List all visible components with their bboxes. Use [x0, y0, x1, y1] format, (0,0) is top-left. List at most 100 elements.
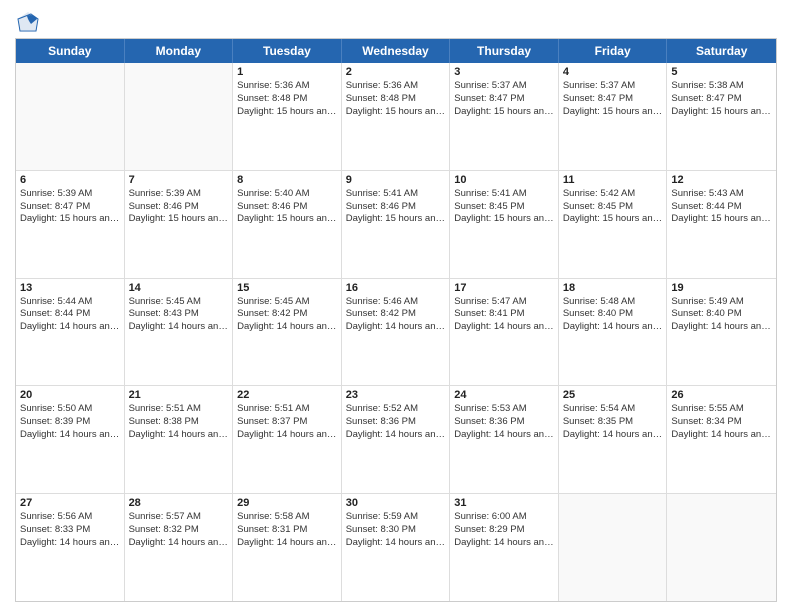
- day-number: 9: [346, 174, 446, 186]
- header-day-monday: Monday: [125, 39, 234, 63]
- sunset-line: Sunset: 8:46 PM: [237, 201, 337, 214]
- sunrise-line: Sunrise: 5:37 AM: [454, 80, 554, 93]
- sunrise-line: Sunrise: 5:37 AM: [563, 80, 663, 93]
- sunset-line: Sunset: 8:45 PM: [454, 201, 554, 214]
- daylight-line: Daylight: 14 hours and 58 minutes.: [129, 321, 229, 334]
- daylight-line: Daylight: 14 hours and 28 minutes.: [454, 537, 554, 550]
- day-10: 10 Sunrise: 5:41 AMSunset: 8:45 PMDayligh…: [450, 171, 559, 278]
- day-number: 10: [454, 174, 554, 186]
- calendar-week-1: 1Sunrise: 5:36 AMSunset: 8:48 PMDaylight…: [16, 63, 776, 171]
- daylight-line: Daylight: 15 hours and 11 minutes.: [237, 106, 337, 119]
- day-3: 3 Sunrise: 5:37 AMSunset: 8:47 PMDaylight…: [450, 63, 559, 170]
- sunset-line: Sunset: 8:33 PM: [20, 524, 120, 537]
- sunrise-line: Sunrise: 5:48 AM: [563, 296, 663, 309]
- sunset-line: Sunset: 8:41 PM: [454, 308, 554, 321]
- header-day-saturday: Saturday: [667, 39, 776, 63]
- sunset-line: Sunset: 8:48 PM: [346, 93, 446, 106]
- empty-cell: [16, 63, 125, 170]
- sunset-line: Sunset: 8:36 PM: [454, 416, 554, 429]
- day-number: 1: [237, 66, 337, 78]
- day-number: 22: [237, 389, 337, 401]
- day-number: 14: [129, 282, 229, 294]
- day-8: 8Sunrise: 5:40 AMSunset: 8:46 PMDaylight…: [233, 171, 342, 278]
- day-number: 15: [237, 282, 337, 294]
- sunrise-line: Sunrise: 5:49 AM: [671, 296, 772, 309]
- sunset-line: Sunset: 8:44 PM: [671, 201, 772, 214]
- calendar: SundayMondayTuesdayWednesdayThursdayFrid…: [15, 38, 777, 602]
- day-28: 28Sunrise: 5:57 AMSunset: 8:32 PMDayligh…: [125, 494, 234, 601]
- day-25: 25Sunrise: 5:54 AMSunset: 8:35 PMDayligh…: [559, 386, 668, 493]
- empty-cell: [667, 494, 776, 601]
- day-21: 21Sunrise: 5:51 AMSunset: 8:38 PMDayligh…: [125, 386, 234, 493]
- sunrise-line: Sunrise: 5:59 AM: [346, 511, 446, 524]
- day-15: 15Sunrise: 5:45 AMSunset: 8:42 PMDayligh…: [233, 279, 342, 386]
- day-27: 27Sunrise: 5:56 AMSunset: 8:33 PMDayligh…: [16, 494, 125, 601]
- sunset-line: Sunset: 8:38 PM: [129, 416, 229, 429]
- daylight-line: Daylight: 14 hours and 49 minutes.: [20, 429, 120, 442]
- calendar-body: 1Sunrise: 5:36 AMSunset: 8:48 PMDaylight…: [16, 63, 776, 601]
- sunset-line: Sunset: 8:42 PM: [237, 308, 337, 321]
- day-4: 4Sunrise: 5:37 AMSunset: 8:47 PMDaylight…: [559, 63, 668, 170]
- sunrise-line: Sunrise: 5:38 AM: [671, 80, 772, 93]
- daylight-line: Daylight: 15 hours and 10 minutes.: [454, 106, 554, 119]
- daylight-line: Daylight: 15 hours and 3 minutes.: [454, 213, 554, 226]
- calendar-week-4: 20Sunrise: 5:50 AMSunset: 8:39 PMDayligh…: [16, 386, 776, 494]
- daylight-line: Daylight: 14 hours and 45 minutes.: [237, 429, 337, 442]
- day-number: 29: [237, 497, 337, 509]
- sunrise-line: Sunrise: 6:00 AM: [454, 511, 554, 524]
- sunrise-line: Sunrise: 5:40 AM: [237, 188, 337, 201]
- daylight-line: Daylight: 14 hours and 30 minutes.: [346, 537, 446, 550]
- sunset-line: Sunset: 8:46 PM: [346, 201, 446, 214]
- day-12: 12Sunrise: 5:43 AMSunset: 8:44 PMDayligh…: [667, 171, 776, 278]
- sunset-line: Sunset: 8:40 PM: [671, 308, 772, 321]
- sunrise-line: Sunrise: 5:43 AM: [671, 188, 772, 201]
- daylight-line: Daylight: 15 hours and 7 minutes.: [20, 213, 120, 226]
- daylight-line: Daylight: 15 hours and 4 minutes.: [346, 213, 446, 226]
- sunset-line: Sunset: 8:34 PM: [671, 416, 772, 429]
- sunset-line: Sunset: 8:45 PM: [563, 201, 663, 214]
- sunrise-line: Sunrise: 5:45 AM: [129, 296, 229, 309]
- day-number: 25: [563, 389, 663, 401]
- day-number: 7: [129, 174, 229, 186]
- day-number: 18: [563, 282, 663, 294]
- day-number: 2: [346, 66, 446, 78]
- day-6: 6Sunrise: 5:39 AMSunset: 8:47 PMDaylight…: [16, 171, 125, 278]
- day-number: 19: [671, 282, 772, 294]
- daylight-line: Daylight: 15 hours and 9 minutes.: [563, 106, 663, 119]
- day-17: 17Sunrise: 5:47 AMSunset: 8:41 PMDayligh…: [450, 279, 559, 386]
- day-number: 17: [454, 282, 554, 294]
- header-day-sunday: Sunday: [16, 39, 125, 63]
- sunset-line: Sunset: 8:32 PM: [129, 524, 229, 537]
- daylight-line: Daylight: 14 hours and 34 minutes.: [129, 537, 229, 550]
- day-9: 9 Sunrise: 5:41 AMSunset: 8:46 PMDaylight…: [342, 171, 451, 278]
- day-14: 14Sunrise: 5:45 AMSunset: 8:43 PMDayligh…: [125, 279, 234, 386]
- daylight-line: Daylight: 14 hours and 36 minutes.: [20, 537, 120, 550]
- calendar-week-2: 6Sunrise: 5:39 AMSunset: 8:47 PMDaylight…: [16, 171, 776, 279]
- sunset-line: Sunset: 8:36 PM: [346, 416, 446, 429]
- sunrise-line: Sunrise: 5:41 AM: [346, 188, 446, 201]
- daylight-line: Daylight: 14 hours and 32 minutes.: [237, 537, 337, 550]
- sunrise-line: Sunrise: 5:53 AM: [454, 403, 554, 416]
- daylight-line: Daylight: 14 hours and 44 minutes.: [346, 429, 446, 442]
- day-number: 27: [20, 497, 120, 509]
- sunset-line: Sunset: 8:44 PM: [20, 308, 120, 321]
- day-number: 28: [129, 497, 229, 509]
- day-number: 3: [454, 66, 554, 78]
- day-7: 7Sunrise: 5:39 AMSunset: 8:46 PMDaylight…: [125, 171, 234, 278]
- day-22: 22Sunrise: 5:51 AMSunset: 8:37 PMDayligh…: [233, 386, 342, 493]
- sunrise-line: Sunrise: 5:58 AM: [237, 511, 337, 524]
- day-number: 5: [671, 66, 772, 78]
- day-5: 5Sunrise: 5:38 AMSunset: 8:47 PMDaylight…: [667, 63, 776, 170]
- sunset-line: Sunset: 8:47 PM: [454, 93, 554, 106]
- day-24: 24Sunrise: 5:53 AMSunset: 8:36 PMDayligh…: [450, 386, 559, 493]
- sunrise-line: Sunrise: 5:46 AM: [346, 296, 446, 309]
- daylight-line: Daylight: 14 hours and 59 minutes.: [20, 321, 120, 334]
- logo: [15, 10, 39, 30]
- sunrise-line: Sunrise: 5:51 AM: [237, 403, 337, 416]
- sunrise-line: Sunrise: 5:41 AM: [454, 188, 554, 201]
- daylight-line: Daylight: 15 hours and 11 minutes.: [346, 106, 446, 119]
- daylight-line: Daylight: 15 hours and 6 minutes.: [129, 213, 229, 226]
- day-19: 19Sunrise: 5:49 AMSunset: 8:40 PMDayligh…: [667, 279, 776, 386]
- day-number: 13: [20, 282, 120, 294]
- sunrise-line: Sunrise: 5:39 AM: [129, 188, 229, 201]
